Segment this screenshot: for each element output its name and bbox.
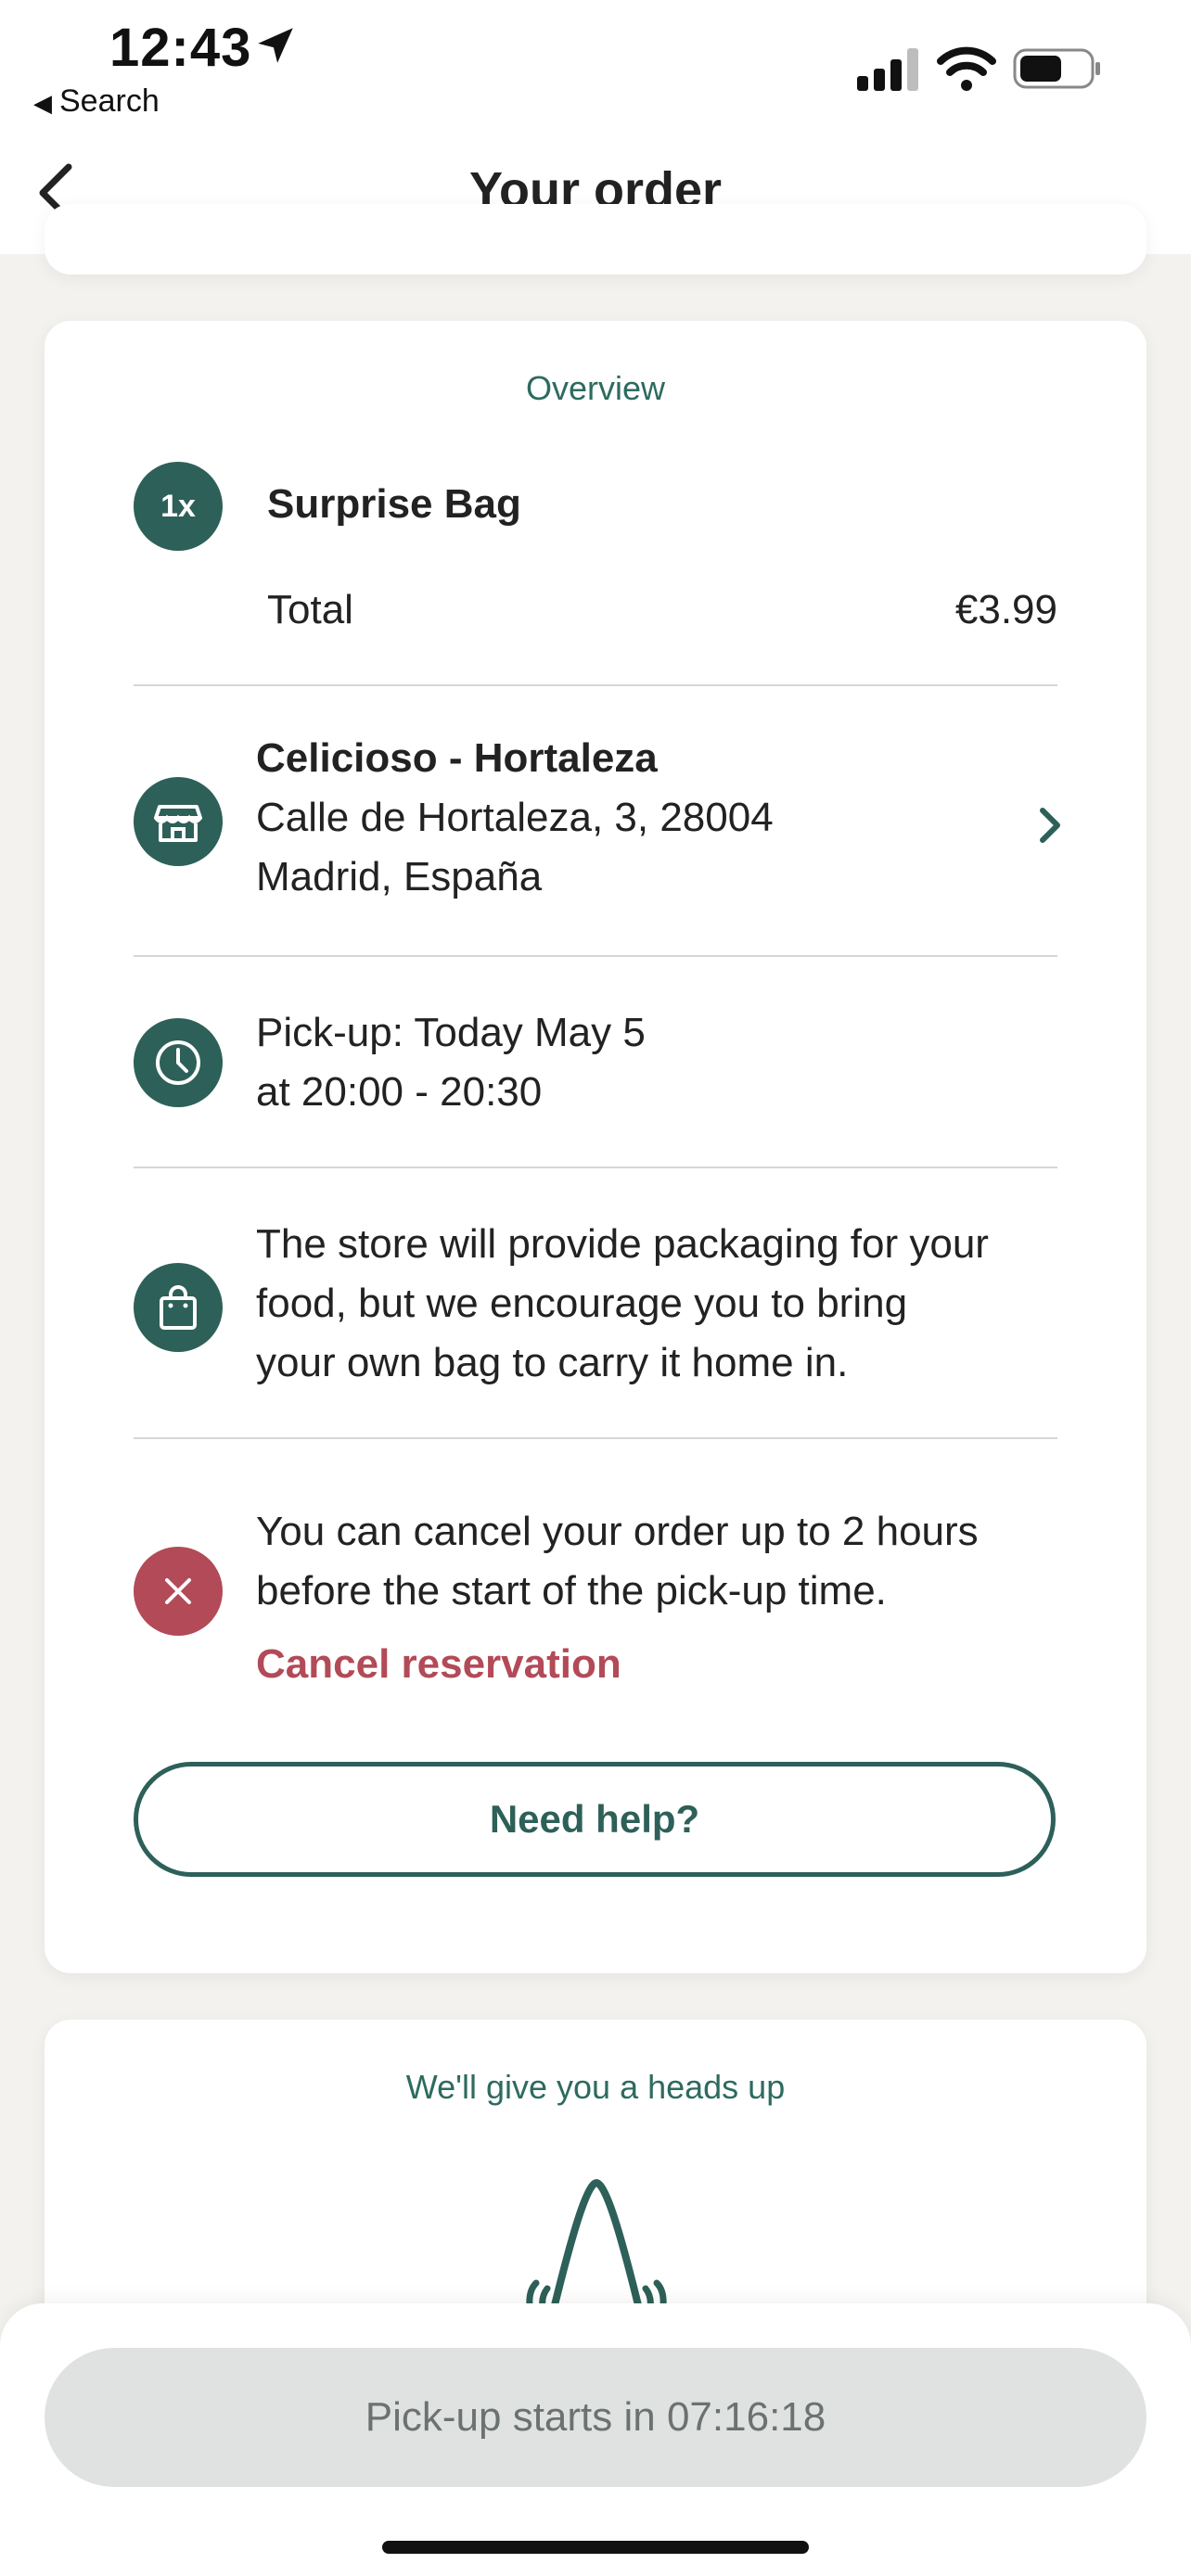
clock-icon xyxy=(156,1040,200,1085)
previous-card xyxy=(45,204,1146,274)
overview-title: Overview xyxy=(525,369,666,407)
heads-up-title: We'll give you a heads up xyxy=(405,2068,786,2106)
quantity-badge: 1x xyxy=(134,462,223,551)
status-bar: 12:43 ◀ Search xyxy=(0,0,1191,130)
total-label: Total xyxy=(267,587,353,632)
pickup-countdown-button[interactable]: Pick-up starts in 07:16:18 xyxy=(45,2348,1146,2487)
packaging-line1: The store will provide packaging for you… xyxy=(256,1221,989,1267)
location-arrow-icon xyxy=(258,28,293,63)
divider xyxy=(134,955,1057,957)
chevron-right-icon[interactable] xyxy=(1031,801,1069,849)
cellular-signal-icon xyxy=(857,48,918,91)
store-address-line1: Calle de Hortaleza, 3, 28004 xyxy=(256,795,774,840)
bottom-sheet: Pick-up starts in 07:16:18 xyxy=(0,2303,1191,2576)
bag-icon-circle xyxy=(134,1263,223,1352)
cancel-reservation-link[interactable]: Cancel reservation xyxy=(256,1641,621,1688)
packaging-line2: food, but we encourage you to bring xyxy=(256,1281,908,1326)
back-to-app-link[interactable]: ◀ Search xyxy=(33,83,160,120)
total-value: €3.99 xyxy=(954,587,1057,632)
item-name: Surprise Bag xyxy=(267,481,521,527)
status-time: 12:43 xyxy=(109,18,252,78)
store-name: Celicioso - Hortaleza xyxy=(256,735,658,781)
close-icon xyxy=(165,1578,191,1604)
store-icon-circle xyxy=(134,777,223,866)
need-help-button[interactable]: Need help? xyxy=(134,1762,1056,1877)
divider xyxy=(134,1437,1057,1439)
shopping-bag-icon xyxy=(160,1285,197,1330)
cancel-line1: You can cancel your order up to 2 hours xyxy=(256,1509,979,1554)
bell-icon xyxy=(526,2178,667,2313)
back-triangle-icon: ◀ xyxy=(33,89,52,117)
pickup-line1: Pick-up: Today May 5 xyxy=(256,1010,646,1055)
cancel-icon-circle xyxy=(134,1547,223,1636)
store-address-line2: Madrid, España xyxy=(256,854,543,899)
quantity-text: 1x xyxy=(160,488,196,524)
divider xyxy=(134,684,1057,686)
battery-icon xyxy=(1013,48,1100,89)
packaging-line3: your own bag to carry it home in. xyxy=(256,1340,849,1385)
divider xyxy=(134,1167,1057,1168)
home-indicator[interactable] xyxy=(382,2541,809,2554)
cancel-line2: before the start of the pick-up time. xyxy=(256,1568,887,1613)
pickup-line2: at 20:00 - 20:30 xyxy=(256,1069,543,1115)
store-icon xyxy=(154,805,202,842)
wifi-icon xyxy=(937,46,996,91)
order-overview-card: Overview 1x Surprise Bag Total €3.99 Cel… xyxy=(45,321,1146,1973)
back-app-label: Search xyxy=(59,83,160,119)
clock-icon-circle xyxy=(134,1018,223,1107)
